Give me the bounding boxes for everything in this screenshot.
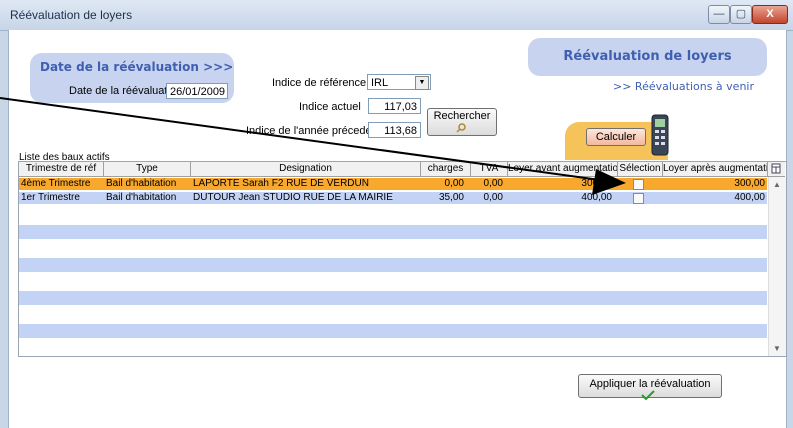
current-index-label: Indice actuel (299, 101, 361, 113)
calculator-icon (651, 114, 669, 156)
table-row[interactable]: 4ème Trimestre Bail d'habitation LAPORTE… (19, 178, 767, 190)
column-header-loyer-apres[interactable]: Loyer après augmentation (663, 162, 768, 176)
apply-reevaluation-button[interactable]: Appliquer la réévaluation (578, 374, 722, 400)
cell-trimestre: 1er Trimestre (21, 192, 80, 203)
maximize-button[interactable]: ▢ (730, 5, 752, 24)
cell-designation: LAPORTE Sarah F2 RUE DE VERDUN (193, 178, 369, 189)
cell-loyer-apres: 300,00 (734, 178, 765, 189)
cell-designation: DUTOUR Jean STUDIO RUE DE LA MAIRIE (193, 192, 393, 203)
cell-type: Bail d'habitation (106, 192, 177, 203)
cell-type: Bail d'habitation (106, 178, 177, 189)
table-header: Trimestre de réf Type Designation charge… (19, 162, 785, 177)
table-empty-row (19, 324, 767, 338)
previous-index-label: Indice de l'année précedente (246, 125, 387, 137)
row-selection-checkbox[interactable] (633, 179, 644, 190)
upcoming-reevaluations-link[interactable]: >> Réévaluations à venir (613, 80, 754, 93)
close-button[interactable]: X (752, 5, 788, 24)
table-empty-row (19, 291, 767, 305)
checkmark-icon (641, 390, 655, 400)
row-selection-checkbox[interactable] (633, 193, 644, 204)
previous-index-field[interactable]: 113,68 (368, 122, 421, 138)
column-header-trimestre[interactable]: Trimestre de réf (19, 162, 104, 176)
cell-loyer-apres: 400,00 (734, 192, 765, 203)
cell-trimestre: 4ème Trimestre (21, 178, 91, 189)
cell-charges: 35,00 (438, 192, 464, 203)
column-header-selection[interactable]: Sélection (618, 162, 663, 176)
column-header-type[interactable]: Type (104, 162, 191, 176)
table-scrollbar[interactable]: ▲ ▼ (768, 177, 786, 356)
date-field[interactable]: 26/01/2009 (166, 83, 228, 99)
column-header-tva[interactable]: TVA (471, 162, 508, 176)
apply-reevaluation-label: Appliquer la réévaluation (589, 378, 711, 390)
reference-index-select[interactable]: IRL ▼ (367, 74, 431, 90)
reference-index-label: Indice de référence (272, 77, 367, 89)
column-header-charges[interactable]: charges (421, 162, 471, 176)
scroll-down-icon[interactable]: ▼ (773, 344, 781, 353)
window-title: Réévaluation de loyers (10, 8, 133, 22)
page-title-box: Réévaluation de loyers (528, 38, 767, 76)
table-empty-row (19, 258, 767, 272)
cell-loyer-avant: 400,00 (581, 192, 612, 203)
cell-charges: 0,00 (444, 178, 464, 189)
scroll-up-icon[interactable]: ▲ (773, 180, 781, 189)
leases-table: Trimestre de réf Type Designation charge… (18, 161, 787, 357)
search-button-label: Rechercher (433, 110, 491, 122)
table-row[interactable]: 1er Trimestre Bail d'habitation DUTOUR J… (19, 192, 767, 204)
calculate-button[interactable]: Calculer (586, 128, 646, 146)
date-panel-heading: Date de la réévaluation >>> (40, 60, 234, 74)
cell-loyer-avant: 300,00 (581, 178, 612, 189)
page-title: Réévaluation de loyers (563, 49, 732, 64)
chevron-down-icon[interactable]: ▼ (415, 76, 429, 90)
column-header-loyer-avant[interactable]: Loyer avant augmentation (508, 162, 618, 176)
reference-index-value: IRL (371, 77, 389, 89)
title-bar: Réévaluation de loyers — ▢ X (0, 0, 793, 31)
cell-tva: 0,00 (483, 178, 503, 189)
column-header-designation[interactable]: Designation (191, 162, 421, 176)
search-button[interactable]: Rechercher (427, 108, 497, 136)
column-chooser-icon[interactable] (771, 163, 781, 174)
minimize-button[interactable]: — (708, 5, 730, 24)
cell-tva: 0,00 (483, 192, 503, 203)
search-icon (456, 123, 466, 133)
table-empty-row (19, 225, 767, 239)
current-index-field[interactable]: 117,03 (368, 98, 421, 114)
